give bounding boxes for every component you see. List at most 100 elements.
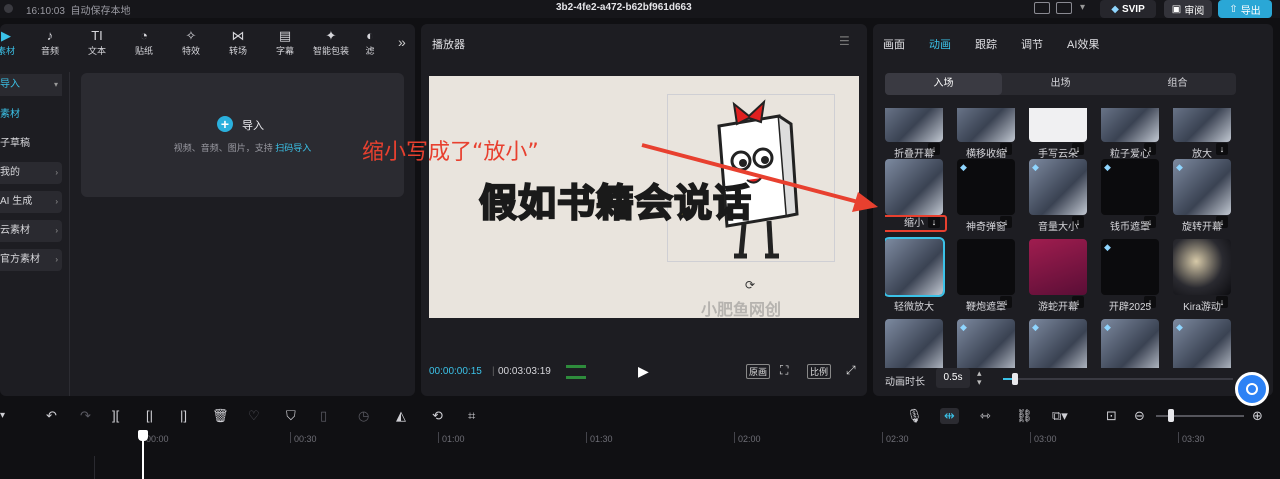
tab-sticker[interactable]: ◔ 贴纸 — [124, 28, 164, 57]
effect-item[interactable]: ↓ 放大 — [1173, 108, 1231, 160]
mirror-icon[interactable]: ◭ — [396, 408, 406, 424]
delete-icon[interactable]: 🗑 — [212, 408, 229, 424]
original-quality-button[interactable]: 原画 — [746, 364, 771, 379]
effect-item[interactable]: ↓ 缩小 — [885, 159, 947, 232]
import-label: 导入 — [242, 120, 264, 132]
sidebar-item-subdraft[interactable]: 子草稿 — [0, 133, 62, 155]
sidebar-item-official[interactable]: 官方素材 › — [0, 249, 62, 271]
effect-item[interactable]: ↓ 游蛇开幕 — [1029, 239, 1087, 313]
import-dropzone[interactable]: + 导入 视频、音频、图片，支持 扫码导入 — [81, 73, 404, 197]
menu-icon[interactable]: ☰ — [839, 34, 850, 48]
sidebar-item-import[interactable]: 导入 ▾ — [0, 74, 62, 96]
video-preview[interactable]: 假如书籍会说话 ⟳ 小肥鱼网创 — [429, 76, 859, 318]
effect-item[interactable]: ◆ ↓ 神奇弹窗 — [957, 159, 1015, 233]
auto-snap-icon[interactable]: ⇿ — [980, 408, 991, 424]
split-right-icon[interactable]: |] — [180, 408, 187, 423]
fit-frame-icon[interactable]: ⛶ — [780, 363, 788, 378]
tab-filter[interactable]: ◐ 滤 — [357, 28, 383, 57]
export-button[interactable]: ⇧ 导出 — [1218, 0, 1272, 18]
diamond-icon: ◆ — [1032, 322, 1039, 332]
mask-icon[interactable]: ♡ — [248, 408, 260, 424]
tab-transition[interactable]: ⋈ 转场 — [218, 28, 258, 57]
play-button[interactable]: ▶ — [638, 363, 649, 380]
ratio-button[interactable]: 比例 — [807, 364, 832, 379]
chevron-right-icon[interactable]: » — [398, 34, 406, 50]
preview-axis-icon[interactable]: ⧉▾ — [1052, 408, 1068, 424]
speed-icon[interactable]: ◷ — [358, 408, 369, 424]
chevron-down-icon[interactable]: ▾ — [0, 410, 5, 421]
sidebar-item-mine[interactable]: 我的 › — [0, 162, 62, 184]
zoom-out-icon[interactable]: ⊖ — [1134, 408, 1145, 424]
sidebar-item-cloud[interactable]: 云素材 › — [0, 220, 62, 242]
zoom-in-icon[interactable]: ⊕ — [1252, 408, 1263, 424]
layout-icon[interactable] — [1056, 2, 1072, 14]
subtab-out[interactable]: 出场 — [1002, 73, 1119, 95]
help-button[interactable] — [1235, 372, 1269, 406]
zoom-slider-handle[interactable] — [1168, 409, 1174, 422]
tab-media[interactable]: ▶ 素材 — [0, 28, 26, 57]
tab-smart-pack[interactable]: ✦ 智能包装 — [306, 28, 356, 57]
svip-button[interactable]: ◆ SVIP — [1100, 0, 1156, 18]
effect-item[interactable]: ◆ ↓ 开辟2025 — [1101, 239, 1159, 313]
duration-stepper[interactable]: ▴ ▾ — [977, 369, 982, 387]
effect-item[interactable]: ◆↓ — [1173, 319, 1231, 368]
shield-icon[interactable]: ⛉ — [286, 408, 296, 424]
effect-item[interactable]: ◆↓ — [1101, 319, 1159, 368]
effect-label: 粒子爱心 — [1110, 149, 1150, 160]
crop-icon[interactable]: ⌗ — [468, 408, 475, 424]
effect-label: 横移收缩 — [966, 149, 1006, 160]
chevron-down-icon[interactable]: ▾ — [1080, 2, 1085, 13]
rotate-icon[interactable]: ⟳ — [745, 278, 755, 292]
sidebar-item-ai-gen[interactable]: AI 生成 › — [0, 191, 62, 213]
effect-item[interactable]: ↓ 手写云朵 — [1029, 108, 1087, 160]
effect-item[interactable]: ◆ ↓ 音量大小 — [1029, 159, 1087, 233]
total-time: 00:03:03:19 — [498, 366, 551, 377]
effect-item[interactable]: ◆ ↓ 旋转开幕 — [1173, 159, 1231, 233]
window-dot[interactable] — [4, 4, 13, 13]
split-icon[interactable]: ][ — [112, 408, 119, 423]
effect-item[interactable]: ◆↓ — [957, 319, 1015, 368]
tab-text[interactable]: TI 文本 — [77, 28, 117, 57]
tab-canvas[interactable]: 画面 — [883, 36, 905, 52]
keyboard-icon[interactable] — [1034, 2, 1050, 14]
audio-wave-icon[interactable] — [566, 365, 586, 379]
tab-tracking[interactable]: 跟踪 — [975, 36, 997, 52]
split-left-icon[interactable]: [| — [146, 408, 153, 423]
link-icon[interactable]: ⛓ — [1016, 408, 1033, 424]
subtab-combo[interactable]: 组合 — [1119, 73, 1236, 95]
duration-slider[interactable] — [1003, 373, 1233, 385]
playhead[interactable] — [142, 432, 144, 479]
review-button[interactable]: ▣ 审阅 — [1164, 0, 1212, 18]
effect-item[interactable]: ↓ 粒子爱心 — [1101, 108, 1159, 160]
duration-slider-handle[interactable] — [1011, 373, 1018, 385]
tab-ai-effects[interactable]: AI效果 — [1067, 36, 1099, 52]
effect-item[interactable]: ↓ — [885, 319, 943, 368]
effect-item[interactable]: ↓ 横移收缩 — [957, 108, 1015, 160]
effect-item[interactable]: ◆↓ — [1029, 319, 1087, 368]
effect-item[interactable]: ◆ ↓ 钱币遮罩 — [1101, 159, 1159, 233]
scan-import-link[interactable]: 扫码导入 — [275, 143, 311, 153]
tab-adjust[interactable]: 调节 — [1021, 36, 1043, 52]
subtab-in[interactable]: 入场 — [885, 73, 1002, 95]
sidebar-item-media[interactable]: 素材 — [0, 104, 62, 126]
effect-item[interactable]: ↓ 鞭炮遮罩 — [957, 239, 1015, 313]
rotate-clip-icon[interactable]: ⟲ — [432, 408, 443, 424]
tab-audio[interactable]: ♪ 音频 — [30, 28, 70, 57]
zoom-fit-icon[interactable]: ⊡ — [1106, 408, 1117, 424]
redo-icon[interactable]: ↷ — [80, 408, 91, 424]
effect-item[interactable]: ↓ Kira游动 — [1173, 239, 1231, 313]
timeline-ruler[interactable]: 00:00 00:30 01:00 01:30 02:00 02:30 03:00 03:30 — [0, 430, 1280, 479]
effect-item[interactable]: 轻微放大 — [885, 237, 945, 313]
freeze-icon[interactable]: ▯ — [320, 408, 327, 424]
tab-subtitle[interactable]: ▤ 字幕 — [265, 28, 305, 57]
effect-item[interactable]: ↓ 折叠开幕 — [885, 108, 943, 160]
tab-effects[interactable]: ✧ 特效 — [171, 28, 211, 57]
duration-input[interactable]: 0.5s — [936, 368, 970, 388]
effect-label: 音量大小 — [1038, 222, 1078, 233]
tab-animation[interactable]: 动画 — [929, 36, 951, 52]
microphone-icon[interactable]: 🎙 — [906, 408, 923, 424]
main-track-magnet-icon[interactable]: ⇹ — [940, 408, 959, 424]
undo-icon[interactable]: ↶ — [46, 408, 57, 424]
chevron-right-icon: › — [55, 226, 58, 235]
fullscreen-icon[interactable]: ⤢ — [846, 363, 856, 378]
